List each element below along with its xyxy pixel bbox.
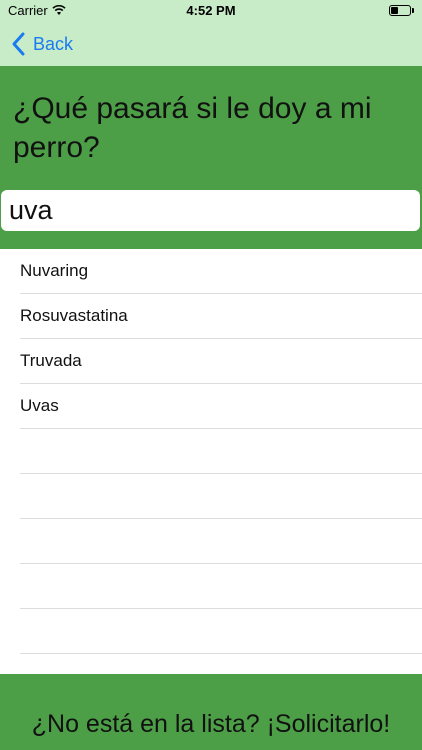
back-button[interactable]: Back: [10, 31, 73, 57]
empty-row: [0, 474, 422, 519]
footer-bar: ¿No está en la lista? ¡Solicitarlo!: [0, 674, 422, 750]
chevron-left-icon: [12, 32, 25, 56]
battery-icon: [389, 5, 411, 16]
list-item-label: Uvas: [20, 384, 422, 429]
empty-row: [0, 609, 422, 654]
list-item-label: Rosuvastatina: [20, 294, 422, 339]
request-item-button[interactable]: ¿No está en la lista? ¡Solicitarlo!: [0, 710, 422, 739]
empty-row: [0, 519, 422, 564]
list-item-label: Nuvaring: [20, 249, 422, 294]
results-list: Nuvaring Rosuvastatina Truvada Uvas: [0, 249, 422, 654]
list-item-label: Truvada: [20, 339, 422, 384]
empty-row: [0, 429, 422, 474]
question-header: ¿Qué pasará si le doy a mi perro?: [0, 66, 422, 249]
back-label: Back: [33, 33, 74, 54]
list-item[interactable]: Truvada: [0, 339, 422, 384]
page-title: ¿Qué pasará si le doy a mi perro?: [13, 92, 372, 164]
search-input[interactable]: [1, 190, 420, 231]
battery-cap: [412, 8, 414, 13]
list-item[interactable]: Uvas: [0, 384, 422, 429]
list-item[interactable]: Rosuvastatina: [0, 294, 422, 339]
empty-row: [0, 564, 422, 609]
navigation-bar: Back: [0, 22, 422, 66]
clock: 4:52 PM: [186, 3, 236, 18]
list-item[interactable]: Nuvaring: [0, 249, 422, 294]
status-bar: Carrier 4:52 PM: [0, 0, 422, 22]
